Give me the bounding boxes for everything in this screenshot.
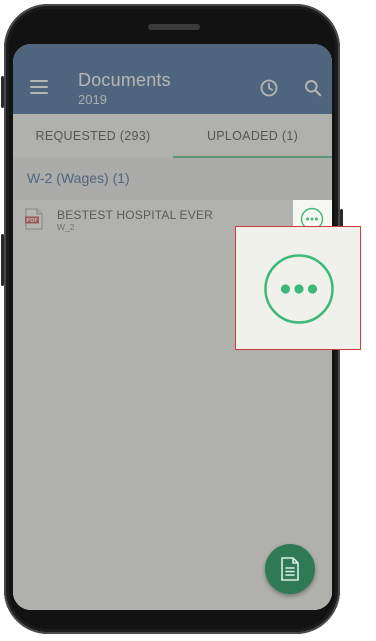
tab-requested[interactable]: REQUESTED (293) [13, 114, 173, 158]
page-title: Documents [78, 70, 171, 90]
document-icon [281, 557, 299, 581]
item-title: BESTEST HOSPITAL EVER [57, 208, 214, 222]
upload-document-button[interactable] [265, 544, 315, 594]
app-bar: Documents 2019 [13, 44, 332, 114]
tab-bar: REQUESTED (293) UPLOADED (1) [13, 114, 332, 158]
phone-speaker [148, 24, 200, 30]
item-subtitle: W_2 [57, 222, 75, 232]
search-icon[interactable] [304, 79, 322, 97]
zoom-callout [235, 226, 361, 350]
phone-side-button [1, 76, 4, 108]
group-header: W-2 (Wages) (1) [13, 158, 332, 200]
clock-icon[interactable] [260, 79, 278, 97]
page-subtitle: 2019 [78, 92, 107, 107]
phone-volume-button [1, 234, 4, 286]
pdf-label: PDF [26, 218, 38, 224]
tab-uploaded[interactable]: UPLOADED (1) [173, 114, 332, 158]
group-title: W-2 (Wages) (1) [27, 170, 130, 186]
more-horizontal-icon[interactable] [263, 253, 335, 325]
pdf-file-icon: PDF [25, 208, 43, 230]
menu-icon[interactable] [30, 80, 48, 94]
